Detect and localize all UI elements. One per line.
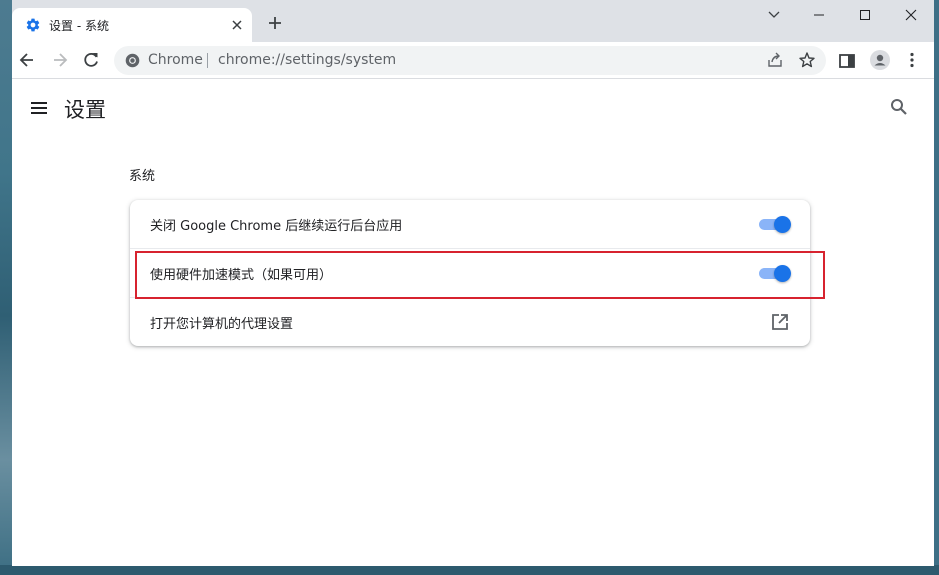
reload-icon[interactable] — [81, 50, 101, 70]
back-icon[interactable] — [17, 50, 37, 70]
background-apps-toggle[interactable] — [759, 216, 791, 233]
search-icon[interactable] — [889, 97, 909, 117]
new-tab-icon[interactable] — [266, 14, 284, 32]
site-label: Chrome — [148, 52, 203, 68]
settings-header: 设置 — [12, 80, 934, 136]
section-title: 系统 — [129, 169, 156, 184]
maximize-icon[interactable] — [852, 4, 878, 26]
forward-icon[interactable] — [50, 50, 70, 70]
setting-label: 打开您计算机的代理设置 — [150, 317, 294, 332]
gear-icon — [26, 18, 40, 32]
setting-label: 关闭 Google Chrome 后继续运行后台应用 — [150, 219, 403, 234]
page-title: 设置 — [64, 98, 106, 122]
minimize-icon[interactable] — [806, 4, 832, 26]
menu-icon[interactable] — [29, 98, 49, 118]
toggle-knob — [774, 216, 791, 233]
side-panel-icon[interactable] — [837, 51, 857, 71]
chrome-icon — [125, 53, 140, 68]
external-link-icon[interactable] — [770, 312, 790, 332]
tab-search-icon[interactable] — [761, 4, 787, 26]
title-bar: 设置 - 系统 — [12, 0, 934, 42]
share-icon[interactable] — [766, 51, 784, 69]
tab-settings[interactable]: 设置 - 系统 — [12, 8, 252, 42]
desktop-background-bottom — [0, 565, 939, 575]
profile-avatar-icon[interactable] — [870, 50, 890, 70]
more-menu-icon[interactable] — [902, 50, 922, 70]
close-icon[interactable] — [898, 4, 924, 26]
address-bar[interactable]: Chrome chrome://settings/system — [114, 46, 826, 75]
annotation-highlight-box — [135, 251, 825, 299]
setting-row-background-apps[interactable]: 关闭 Google Chrome 后继续运行后台应用 — [130, 200, 810, 248]
desktop-background — [0, 0, 12, 575]
setting-row-proxy-settings[interactable]: 打开您计算机的代理设置 — [130, 298, 810, 346]
browser-toolbar: Chrome chrome://settings/system — [12, 42, 934, 79]
tab-title: 设置 - 系统 — [49, 19, 109, 33]
tab-close-icon[interactable] — [230, 18, 244, 32]
browser-window: 设置 - 系统 Chrome chrome://settings/system … — [12, 0, 934, 566]
omnibox-separator — [207, 53, 208, 68]
bookmark-star-icon[interactable] — [798, 51, 816, 69]
url-text[interactable]: chrome://settings/system — [218, 52, 396, 68]
